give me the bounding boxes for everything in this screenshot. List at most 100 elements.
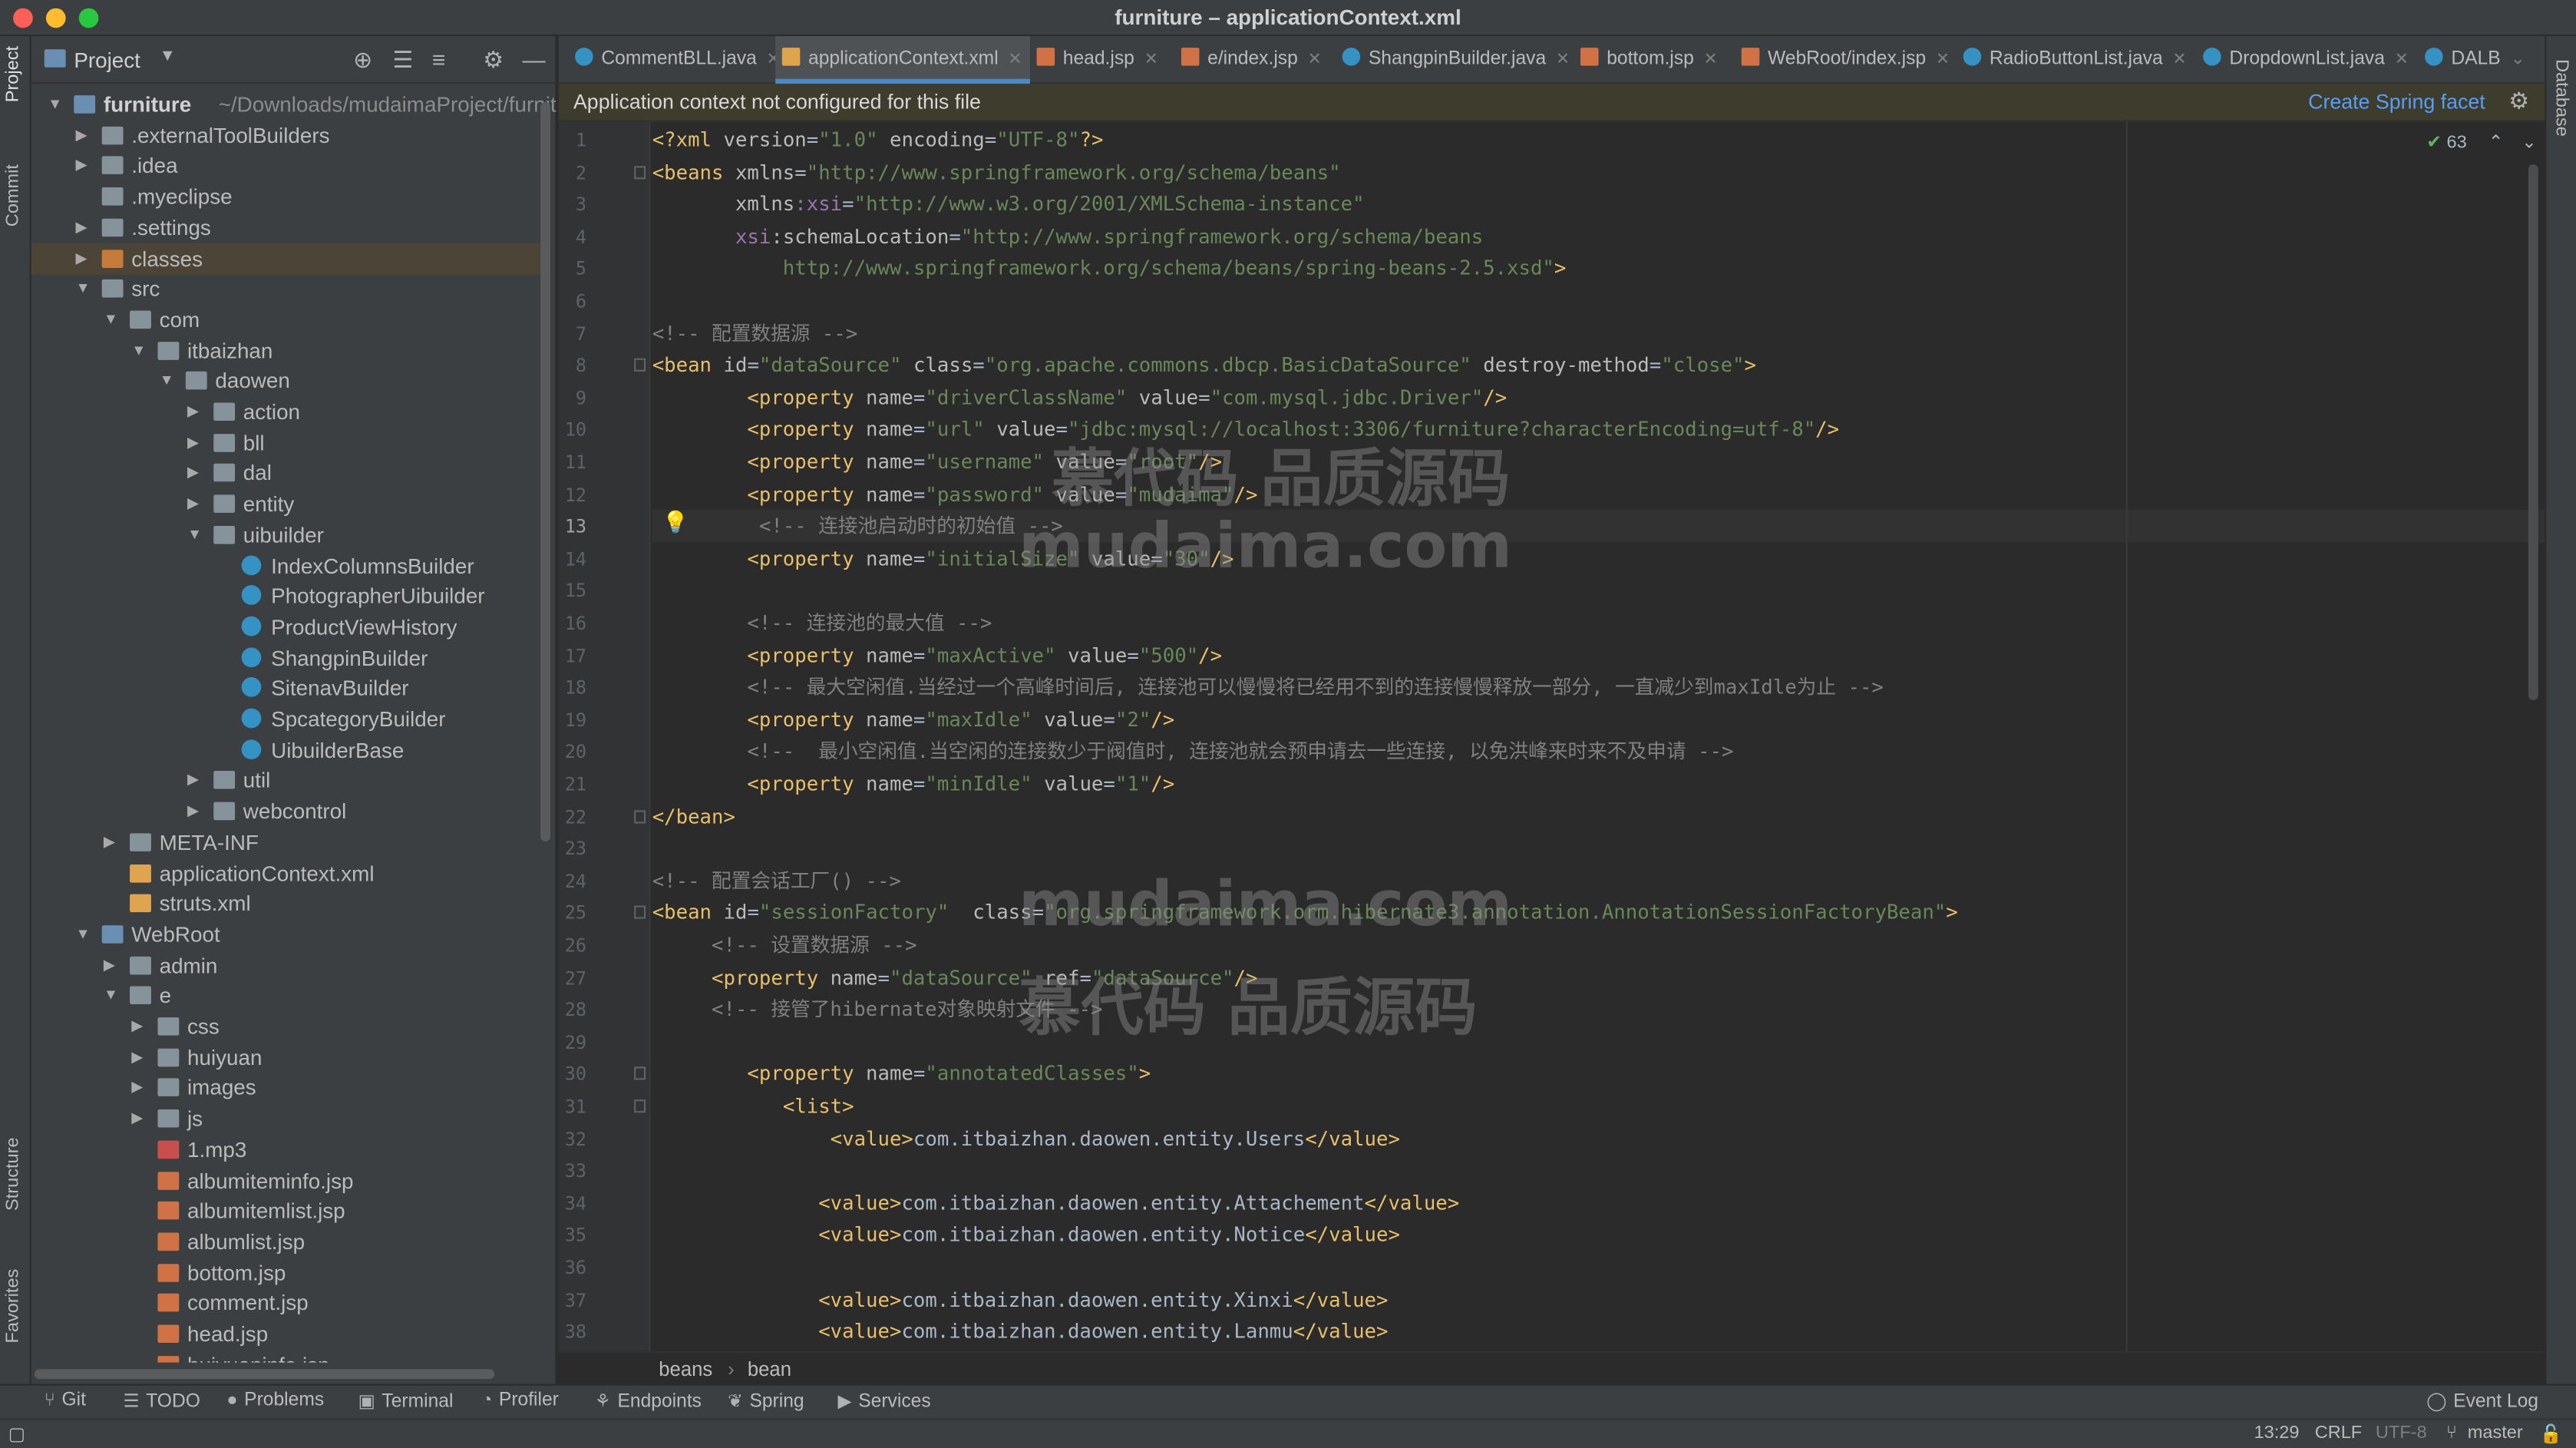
line-number[interactable]: 14 [559, 549, 586, 570]
line-number[interactable]: 2 [559, 162, 586, 183]
code-line[interactable]: <property name="maxIdle" value="2"/> [652, 705, 1174, 737]
editor-tab[interactable]: ShangpinBuilder.java ✕ [1336, 36, 1574, 84]
event-log-button[interactable]: ◯ Event Log [2426, 1390, 2538, 1412]
tree-vertical-scrollbar[interactable] [540, 101, 551, 842]
database-tool-button[interactable]: Database [2551, 59, 2571, 137]
editor-tab[interactable]: CommentBLL.java ✕ [569, 36, 781, 84]
chevron-down-icon[interactable]: ▼ [160, 365, 174, 397]
chevron-down-icon[interactable]: ▼ [104, 980, 118, 1012]
git-branch[interactable]: master [2468, 1423, 2523, 1443]
code-line[interactable]: <!-- 连接池启动时的初始值 --> [652, 511, 1063, 544]
line-number[interactable]: 17 [559, 645, 586, 666]
close-tab-icon[interactable]: ✕ [1009, 51, 1022, 69]
line-number[interactable]: 34 [559, 1193, 586, 1215]
line-number[interactable]: 38 [559, 1322, 586, 1344]
collapse-all-icon[interactable]: ≡ [432, 46, 445, 72]
chevron-right-icon[interactable]: ▶ [187, 488, 199, 520]
code-line[interactable]: <value>com.itbaizhan.daowen.entity.Users… [652, 1123, 1400, 1155]
code-line[interactable]: xmlns:xsi="http://www.w3.org/2001/XMLSch… [652, 190, 1365, 222]
line-number[interactable]: 4 [559, 226, 586, 248]
line-number[interactable]: 21 [559, 774, 586, 795]
tree-item[interactable]: ShangpinBuilder [31, 642, 547, 673]
line-number[interactable]: 32 [559, 1129, 586, 1150]
file-encoding[interactable]: UTF-8 [2376, 1423, 2427, 1443]
tool-problems[interactable]: ● Problems [226, 1390, 324, 1410]
inspection-widget[interactable]: ✔ 63 ⌃ ⌄ [2426, 131, 2537, 153]
editor-vertical-scrollbar[interactable] [2528, 164, 2538, 700]
line-number[interactable]: 33 [559, 1161, 586, 1182]
line-number[interactable]: 27 [559, 967, 586, 989]
editor-tab[interactable]: head.jsp ✕ [1030, 36, 1174, 84]
line-separator[interactable]: CRLF [2315, 1423, 2363, 1443]
favorites-tool-button[interactable]: Favorites [3, 1269, 23, 1344]
editor-tab[interactable]: applicationContext.xml ✕ [775, 36, 1030, 84]
tool-services[interactable]: ▶ Services [838, 1390, 931, 1412]
tree-item[interactable]: ▶ webcontrol [31, 795, 547, 827]
line-number[interactable]: 5 [559, 259, 586, 280]
line-number[interactable]: 18 [559, 677, 586, 699]
line-number[interactable]: 10 [559, 420, 586, 441]
line-number[interactable]: 26 [559, 935, 586, 957]
commit-tool-button[interactable]: Commit [3, 164, 23, 226]
editor-tab[interactable]: bottom.jsp ✕ [1574, 36, 1735, 84]
tool-git[interactable]: ⑂ Git [45, 1390, 86, 1410]
previous-highlight-icon[interactable]: ⌃ [2488, 133, 2504, 153]
line-number[interactable]: 30 [559, 1064, 586, 1086]
fold-marker-icon[interactable] [634, 165, 646, 179]
tree-item[interactable]: SitenavBuilder [31, 673, 547, 704]
chevron-right-icon[interactable]: ▶ [75, 150, 87, 182]
line-number[interactable]: 1 [559, 130, 586, 151]
line-number[interactable]: 24 [559, 871, 586, 892]
tab-list-chevron-icon[interactable]: ⌄ [2510, 49, 2525, 69]
code-line[interactable]: <list> [652, 1091, 854, 1123]
tree-item[interactable]: ▼ com [31, 304, 547, 336]
code-line[interactable]: </bean> [652, 802, 735, 834]
close-tab-icon[interactable]: ✕ [2173, 51, 2187, 69]
code-line[interactable]: <property name="driverClassName" value="… [652, 382, 1507, 415]
tree-item[interactable]: ▶ .externalToolBuilders [31, 120, 547, 151]
caret-position[interactable]: 13:29 [2254, 1423, 2300, 1443]
line-number[interactable]: 29 [559, 1032, 586, 1053]
code-editor[interactable]: 1 2 3 4 5 6 7 8 9 10 11 12 13 14 15 16 17 18 19 20 21 22 23 24 2… [558, 121, 2545, 1351]
tree-item[interactable]: bottom.jsp [31, 1257, 547, 1288]
next-highlight-icon[interactable]: ⌄ [2522, 133, 2537, 153]
fold-marker-icon[interactable] [634, 359, 646, 372]
chevron-right-icon[interactable]: ▶ [131, 1011, 143, 1043]
line-number[interactable]: 20 [559, 742, 586, 763]
tree-horizontal-scrollbar[interactable] [34, 1369, 495, 1380]
tree-item[interactable]: albumiteminfo.jsp [31, 1165, 547, 1196]
chevron-right-icon[interactable]: ▶ [131, 1103, 143, 1135]
editor-tab[interactable]: DALB ⌄ [2419, 36, 2525, 84]
chevron-down-icon[interactable]: ▼ [160, 48, 176, 66]
chevron-down-icon[interactable]: ▼ [187, 519, 202, 550]
gear-icon[interactable]: ⚙ [483, 46, 504, 74]
line-number[interactable]: 3 [559, 194, 586, 216]
code-line[interactable]: <!-- 最小空闲值.当空闲的连接数少于阀值时, 连接池就会预申请去一些连接, … [652, 737, 1733, 769]
layout-icon[interactable]: ▢ [8, 1423, 25, 1445]
line-number[interactable]: 15 [559, 581, 586, 603]
editor-tab[interactable]: e/index.jsp ✕ [1174, 36, 1336, 84]
line-number[interactable]: 35 [559, 1225, 586, 1247]
code-line[interactable]: <!-- 连接池的最大值 --> [652, 608, 992, 640]
code-line[interactable]: <!-- 配置会话工厂() --> [652, 866, 901, 898]
chevron-right-icon[interactable]: ▶ [75, 120, 87, 151]
structure-tool-button[interactable]: Structure [3, 1137, 23, 1211]
chevron-right-icon[interactable]: ▶ [104, 826, 115, 858]
tree-item[interactable]: ▼ furniture ~/Downloads/mudaimaProject/fur… [31, 89, 556, 121]
tree-item[interactable]: ▶ admin [31, 949, 547, 980]
tree-item[interactable]: UibuilderBase [31, 734, 547, 765]
chevron-down-icon[interactable]: ▼ [75, 918, 90, 950]
line-number[interactable]: 25 [559, 903, 586, 924]
line-number[interactable]: 37 [559, 1290, 586, 1311]
code-line[interactable]: <property name="minIdle" value="1"/> [652, 769, 1174, 802]
code-line[interactable]: <!-- 配置数据源 --> [652, 318, 858, 350]
editor-tab[interactable]: DropdownList.java ✕ [2197, 36, 2419, 84]
tree-item[interactable]: ▶ .settings [31, 212, 547, 243]
tree-item[interactable]: applicationContext.xml [31, 857, 547, 888]
breadcrumb-item-bean[interactable]: bean [748, 1357, 791, 1380]
line-number[interactable]: 28 [559, 1000, 586, 1021]
create-spring-facet-link[interactable]: Create Spring facet [2308, 91, 2485, 114]
chevron-right-icon[interactable]: ▶ [131, 1073, 143, 1104]
chevron-right-icon[interactable]: ▶ [187, 795, 199, 827]
tree-item[interactable]: ▶ entity [31, 488, 547, 520]
